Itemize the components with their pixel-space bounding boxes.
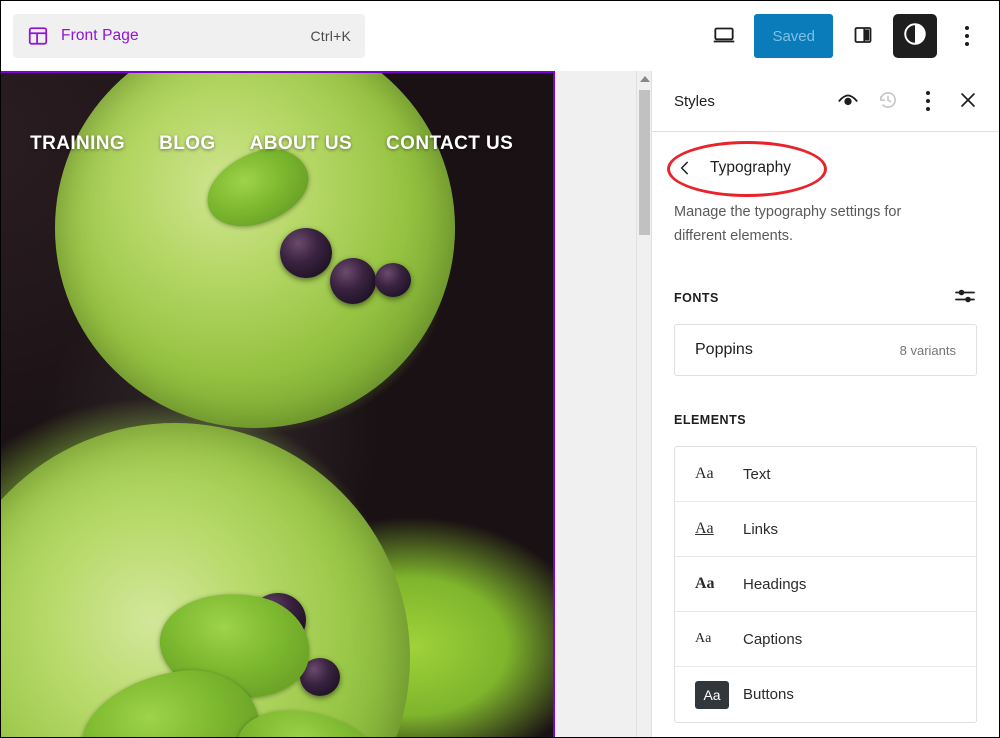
sliders-icon <box>953 284 977 313</box>
font-variants-count: 8 variants <box>899 342 956 358</box>
captions-preview-glyph: Aa <box>695 631 712 646</box>
font-name: Poppins <box>695 341 753 358</box>
manage-fonts-button[interactable] <box>953 284 977 313</box>
buttons-preview-glyph: Aa <box>695 680 729 709</box>
chevron-left-icon <box>674 159 696 177</box>
styles-header-actions <box>831 84 985 118</box>
nav-item-blog[interactable]: BLOG <box>159 133 216 155</box>
fonts-section-label: FONTS <box>674 291 719 305</box>
typography-back-button[interactable]: Typography <box>674 142 849 194</box>
blueberry <box>330 258 376 304</box>
element-item-captions[interactable]: Aa Captions <box>675 612 976 667</box>
save-button[interactable]: Saved <box>754 14 833 58</box>
blueberry <box>375 263 411 297</box>
style-book-button[interactable] <box>831 84 865 118</box>
kebab-menu-icon <box>926 91 930 111</box>
revisions-button[interactable] <box>871 84 905 118</box>
editor-window: Front Page Ctrl+K Saved TRAINING BLOG AB… <box>0 0 1000 738</box>
element-label: Headings <box>743 575 807 593</box>
typography-panel-title: Typography <box>710 159 791 176</box>
buttons-preview-glyph-wrap: Aa <box>695 680 733 709</box>
headings-preview-glyph: Aa <box>695 575 715 592</box>
top-bar-actions: Saved <box>704 14 999 58</box>
elements-list: Aa Text Aa Links Aa Headings Aa Captions <box>674 446 977 723</box>
eye-icon <box>837 89 859 114</box>
preview-frame[interactable]: P TRAINING BLOG ABOUT US CONTACT US <box>1 71 555 737</box>
element-label: Text <box>743 465 771 483</box>
kebab-menu-icon <box>965 26 969 46</box>
links-preview-glyph: Aa <box>695 520 714 537</box>
font-item-poppins[interactable]: Poppins 8 variants <box>675 325 976 375</box>
nav-item-training[interactable]: TRAINING <box>30 133 125 155</box>
device-preview-button[interactable] <box>704 16 744 56</box>
scrollbar-thumb[interactable] <box>639 90 650 235</box>
hero-background-image <box>1 73 553 737</box>
site-preview-canvas[interactable]: P TRAINING BLOG ABOUT US CONTACT US <box>1 71 651 737</box>
close-styles-panel-button[interactable] <box>951 84 985 118</box>
contrast-circle-icon <box>902 21 928 52</box>
canvas-vertical-scrollbar[interactable] <box>636 71 651 737</box>
nav-item-about-us[interactable]: ABOUT US <box>250 133 352 155</box>
styles-panel-title: Styles <box>674 92 715 110</box>
text-preview-glyph: Aa <box>695 465 714 482</box>
nav-item-contact-us[interactable]: CONTACT US <box>386 133 513 155</box>
element-item-buttons[interactable]: Aa Buttons <box>675 667 976 722</box>
template-layout-icon <box>27 25 49 47</box>
element-item-links[interactable]: Aa Links <box>675 502 976 557</box>
settings-sidebar-toggle-button[interactable] <box>843 16 883 56</box>
element-label: Captions <box>743 630 803 648</box>
scrollbar-up-arrow[interactable] <box>637 71 651 87</box>
styles-sidebar: Styles Typography Manage the typography … <box>651 71 999 737</box>
styles-panel-body: Typography Manage the typography setting… <box>652 142 999 723</box>
panel-right-icon <box>851 23 875 50</box>
history-clock-icon <box>877 89 899 114</box>
close-x-icon <box>957 89 979 114</box>
site-primary-navigation: P TRAINING BLOG ABOUT US CONTACT US <box>1 133 553 155</box>
element-label: Buttons <box>743 686 794 703</box>
fonts-list: Poppins 8 variants <box>674 324 977 376</box>
elements-section-label: ELEMENTS <box>674 413 747 427</box>
laptop-icon <box>711 22 737 51</box>
styles-more-options-button[interactable] <box>911 84 945 118</box>
blueberry <box>280 228 332 278</box>
styles-panel-header: Styles <box>652 71 999 132</box>
editor-top-bar: Front Page Ctrl+K Saved <box>1 1 999 71</box>
typography-description: Manage the typography settings for diffe… <box>674 204 902 244</box>
command-palette-bar[interactable]: Front Page Ctrl+K <box>13 14 365 58</box>
fonts-section-header: FONTS <box>674 286 977 310</box>
smoothie-jar-top <box>55 73 455 428</box>
element-item-text[interactable]: Aa Text <box>675 447 976 502</box>
command-bar-title: Front Page <box>61 27 139 44</box>
editor-options-button[interactable] <box>947 16 987 56</box>
element-label: Links <box>743 520 779 538</box>
elements-section-header: ELEMENTS <box>674 408 977 432</box>
command-bar-shortcut: Ctrl+K <box>310 28 351 44</box>
element-item-headings[interactable]: Aa Headings <box>675 557 976 612</box>
dark-mode-toggle-button[interactable] <box>893 14 937 58</box>
